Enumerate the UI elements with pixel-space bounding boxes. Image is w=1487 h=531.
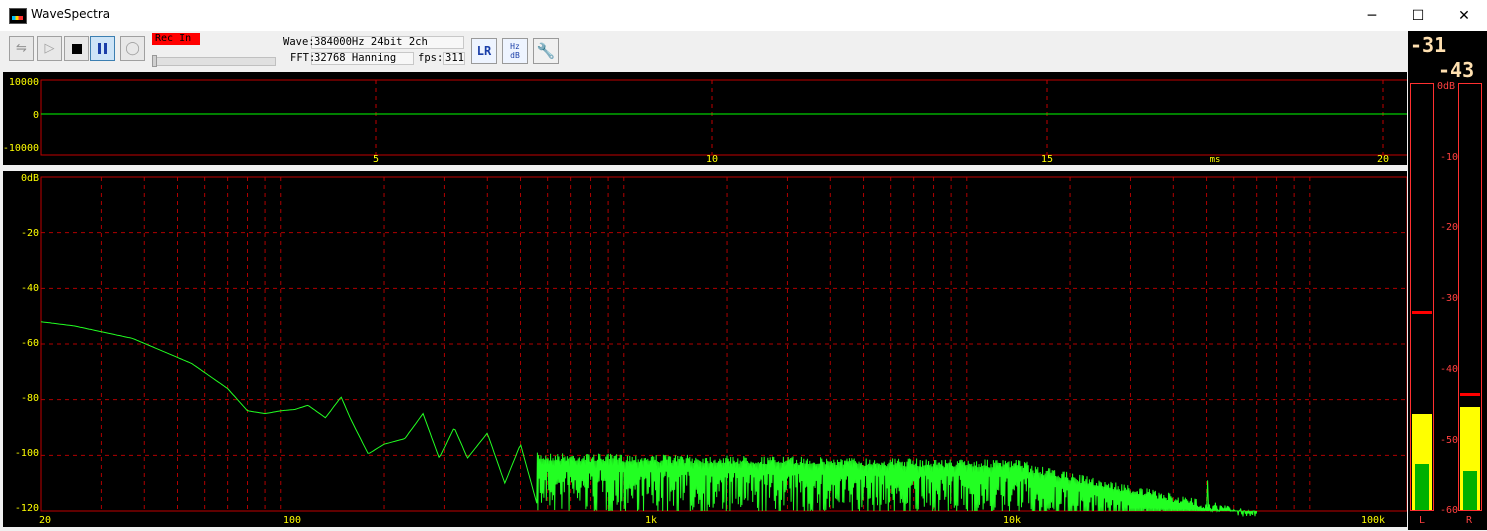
record-icon: ◯ <box>125 41 140 56</box>
lr-channel-button[interactable]: LR <box>471 38 497 64</box>
spectrum-y-tick: -40 <box>21 283 39 294</box>
spectrum-y-tick: -20 <box>21 228 39 239</box>
hz-icon: Hz <box>510 42 520 51</box>
right-channel-label: R <box>1466 515 1473 526</box>
db-icon: dB <box>510 51 520 60</box>
right-meter-green <box>1463 470 1477 510</box>
meter-scale-tick: -50 <box>1440 435 1459 446</box>
wave-x-tick: 15 <box>1041 154 1053 165</box>
device-icon: ⇋ <box>16 41 27 56</box>
wave-y-tick: 10000 <box>9 77 39 88</box>
spectrum-x-tick: 10k <box>1003 515 1021 526</box>
play-button[interactable]: ▷ <box>37 36 62 61</box>
input-level-slider-thumb[interactable] <box>152 55 157 67</box>
meter-scale-tick: 0dB <box>1437 81 1456 92</box>
left-peak-readout: -31 <box>1410 33 1447 57</box>
wave-x-tick: 5 <box>373 154 379 165</box>
spectrum-y-tick: -120 <box>15 503 39 514</box>
record-button[interactable]: ◯ <box>120 36 145 61</box>
spectrum-grid <box>41 177 1407 511</box>
maximize-button[interactable]: ☐ <box>1395 0 1441 31</box>
spectrum-x-tick: 100 <box>283 515 301 526</box>
left-meter-green <box>1415 463 1429 510</box>
waveform-plot-border <box>40 79 1410 156</box>
right-peak-readout: -43 <box>1438 58 1475 82</box>
meter-scale-tick: -10 <box>1440 152 1459 163</box>
meter-scale-tick: -60 <box>1440 505 1459 516</box>
waveform-plot: 10000 0 -10000 5 10 15 20 ms <box>3 77 1410 165</box>
right-peak-hold <box>1460 392 1480 396</box>
window-title: WaveSpectra <box>31 7 111 21</box>
fps-label: fps: <box>418 52 444 64</box>
spectrum-panel[interactable]: 0dB -20 -40 -60 -80 -100 -120 20 100 1k … <box>3 171 1408 527</box>
left-level-meter <box>1410 83 1434 511</box>
wave-x-unit: ms <box>1210 155 1221 165</box>
pause-icon <box>98 43 107 54</box>
left-peak-hold <box>1412 311 1432 315</box>
fft-setting: 32768 Hanning <box>314 52 397 64</box>
spectrum-y-tick: -60 <box>21 338 39 349</box>
right-level-meter <box>1458 83 1482 511</box>
spectrum-plot: 0dB -20 -40 -60 -80 -100 -120 20 100 1k … <box>15 173 1408 526</box>
meter-scale-tick: -30 <box>1440 293 1459 304</box>
spectrum-trace <box>40 321 1258 517</box>
title-bar: WaveSpectra ─ ☐ ✕ <box>0 0 1487 31</box>
wave-y-tick: 0 <box>33 110 39 121</box>
lr-icon: LR <box>476 44 492 58</box>
device-select-button[interactable]: ⇋ <box>9 36 34 61</box>
wave-format: 384000Hz 24bit 2ch <box>314 36 428 48</box>
spectrum-y-tick: 0dB <box>21 173 39 184</box>
meter-scale-tick: -40 <box>1440 364 1459 375</box>
spectrum-y-tick: -100 <box>15 448 39 459</box>
pause-button[interactable] <box>90 36 115 61</box>
wave-y-tick: -10000 <box>3 143 39 154</box>
left-channel-label: L <box>1419 515 1426 526</box>
spectrum-y-tick: -80 <box>21 393 39 404</box>
close-button[interactable]: ✕ <box>1441 0 1487 31</box>
meter-scale-tick: -20 <box>1440 222 1459 233</box>
level-meter-panel: -31 -43 0dB -10 -20 -30 -40 -50 -60 L R <box>1408 31 1487 530</box>
wave-x-tick: 10 <box>706 154 718 165</box>
wave-label: Wave: <box>283 36 315 48</box>
app-icon <box>9 8 27 24</box>
stop-icon <box>71 43 82 54</box>
spectrum-x-tick: 100k <box>1361 515 1385 526</box>
settings-button[interactable]: 🔧 <box>533 38 559 64</box>
input-level-slider[interactable] <box>152 57 276 66</box>
rec-input-badge: Rec In <box>152 33 200 45</box>
minimize-button[interactable]: ─ <box>1349 0 1395 31</box>
wave-x-tick: 20 <box>1377 154 1389 165</box>
spectrum-x-tick: 1k <box>645 515 657 526</box>
wrench-icon: 🔧 <box>536 42 556 60</box>
spectrum-x-tick: 20 <box>39 515 51 526</box>
hz-db-settings-button[interactable]: Hz dB <box>502 38 528 64</box>
waveform-panel[interactable]: 10000 0 -10000 5 10 15 20 ms <box>3 72 1410 165</box>
fft-label: FFT: <box>290 52 316 64</box>
play-icon: ▷ <box>44 41 55 56</box>
stop-button[interactable] <box>64 36 89 61</box>
fps-value: 311 <box>445 52 464 64</box>
